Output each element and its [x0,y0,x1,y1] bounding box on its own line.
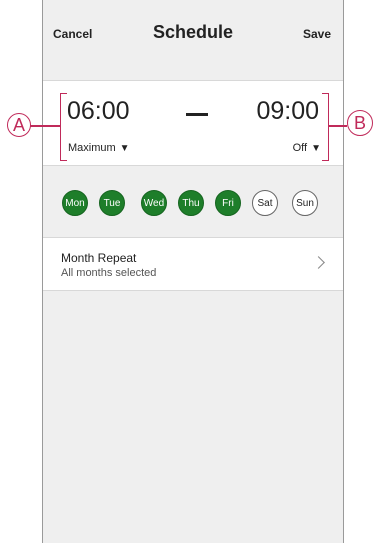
month-repeat-row[interactable]: Month Repeat All months selected [43,238,343,291]
annotation-line-right [329,125,347,127]
day-toggle-tue[interactable]: Tue [99,190,125,216]
day-toggle-thu[interactable]: Thu [178,190,204,216]
annotation-callout-b: B [347,110,373,136]
time-range-card: 06:00 09:00 Maximum ▼ Off ▼ [43,80,343,166]
save-button[interactable]: Save [303,27,331,41]
days-row: Mon Tue Wed Thu Fri Sat Sun [43,165,343,238]
annotation-bracket-right [322,93,329,161]
month-repeat-title: Month Repeat [61,251,137,265]
day-toggle-sat[interactable]: Sat [252,190,278,216]
start-mode-label: Maximum [68,142,116,154]
end-mode-label: Off [292,142,308,154]
caret-down-icon: ▼ [311,143,321,154]
start-time[interactable]: 06:00 [67,97,130,126]
annotation-callout-a: A [7,113,31,137]
chevron-right-icon [312,256,325,269]
page-title: Schedule [152,22,234,42]
annotation-bracket-left [60,93,67,161]
day-toggle-wed[interactable]: Wed [141,190,167,216]
month-repeat-subtitle: All months selected [61,267,157,279]
start-mode-dropdown[interactable]: Maximum ▼ [68,142,130,154]
header: Cancel Schedule Save [43,0,343,80]
day-toggle-fri[interactable]: Fri [215,190,241,216]
schedule-screen: Cancel Schedule Save 06:00 09:00 Maximum… [42,0,344,543]
end-time[interactable]: 09:00 [256,97,319,126]
time-separator [186,113,208,116]
day-toggle-sun[interactable]: Sun [292,190,318,216]
end-mode-dropdown[interactable]: Off ▼ [293,142,321,154]
day-toggle-mon[interactable]: Mon [62,190,88,216]
annotation-line-left [28,125,60,127]
caret-down-icon: ▼ [119,143,130,154]
